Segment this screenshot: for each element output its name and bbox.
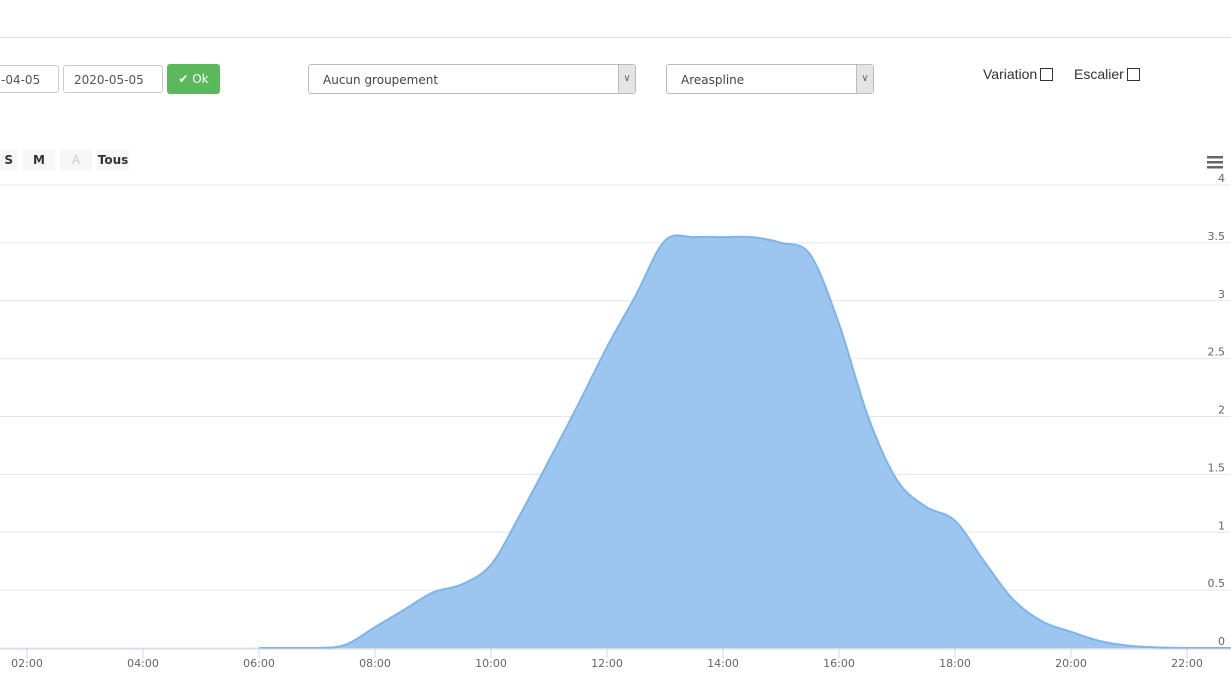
y-tick-label: 3.5: [1208, 230, 1226, 243]
chart: 02:00 04:00 06:00 08:00 10:00 12:00 14:00 16:00…: [0, 156, 1231, 670]
x-tick-label: 18:00: [939, 657, 971, 670]
x-tick-label: 10:00: [475, 657, 507, 670]
x-tick-label: 22:00: [1171, 657, 1203, 670]
y-tick-label: 4: [1218, 172, 1225, 185]
x-tick-label: 06:00: [243, 657, 275, 670]
x-tick-label: 08:00: [359, 657, 391, 670]
x-tick-label: 14:00: [707, 657, 739, 670]
y-tick-label: 0: [1218, 635, 1225, 648]
y-tick-label: 2: [1218, 404, 1225, 417]
x-tick-label: 02:00: [11, 657, 43, 670]
area-fill: [0, 235, 1231, 648]
x-tick-label: 04:00: [127, 657, 159, 670]
x-tick-label: 20:00: [1055, 657, 1087, 670]
hamburger-menu-icon[interactable]: [1207, 156, 1223, 169]
y-tick-label: 2.5: [1208, 346, 1226, 359]
x-tick-label: 12:00: [591, 657, 623, 670]
y-tick-label: 1: [1218, 519, 1225, 532]
x-tick-label: 16:00: [823, 657, 855, 670]
y-tick-label: 1.5: [1208, 461, 1226, 474]
y-tick-label: 0.5: [1208, 577, 1226, 590]
y-tick-label: 3: [1218, 288, 1225, 301]
